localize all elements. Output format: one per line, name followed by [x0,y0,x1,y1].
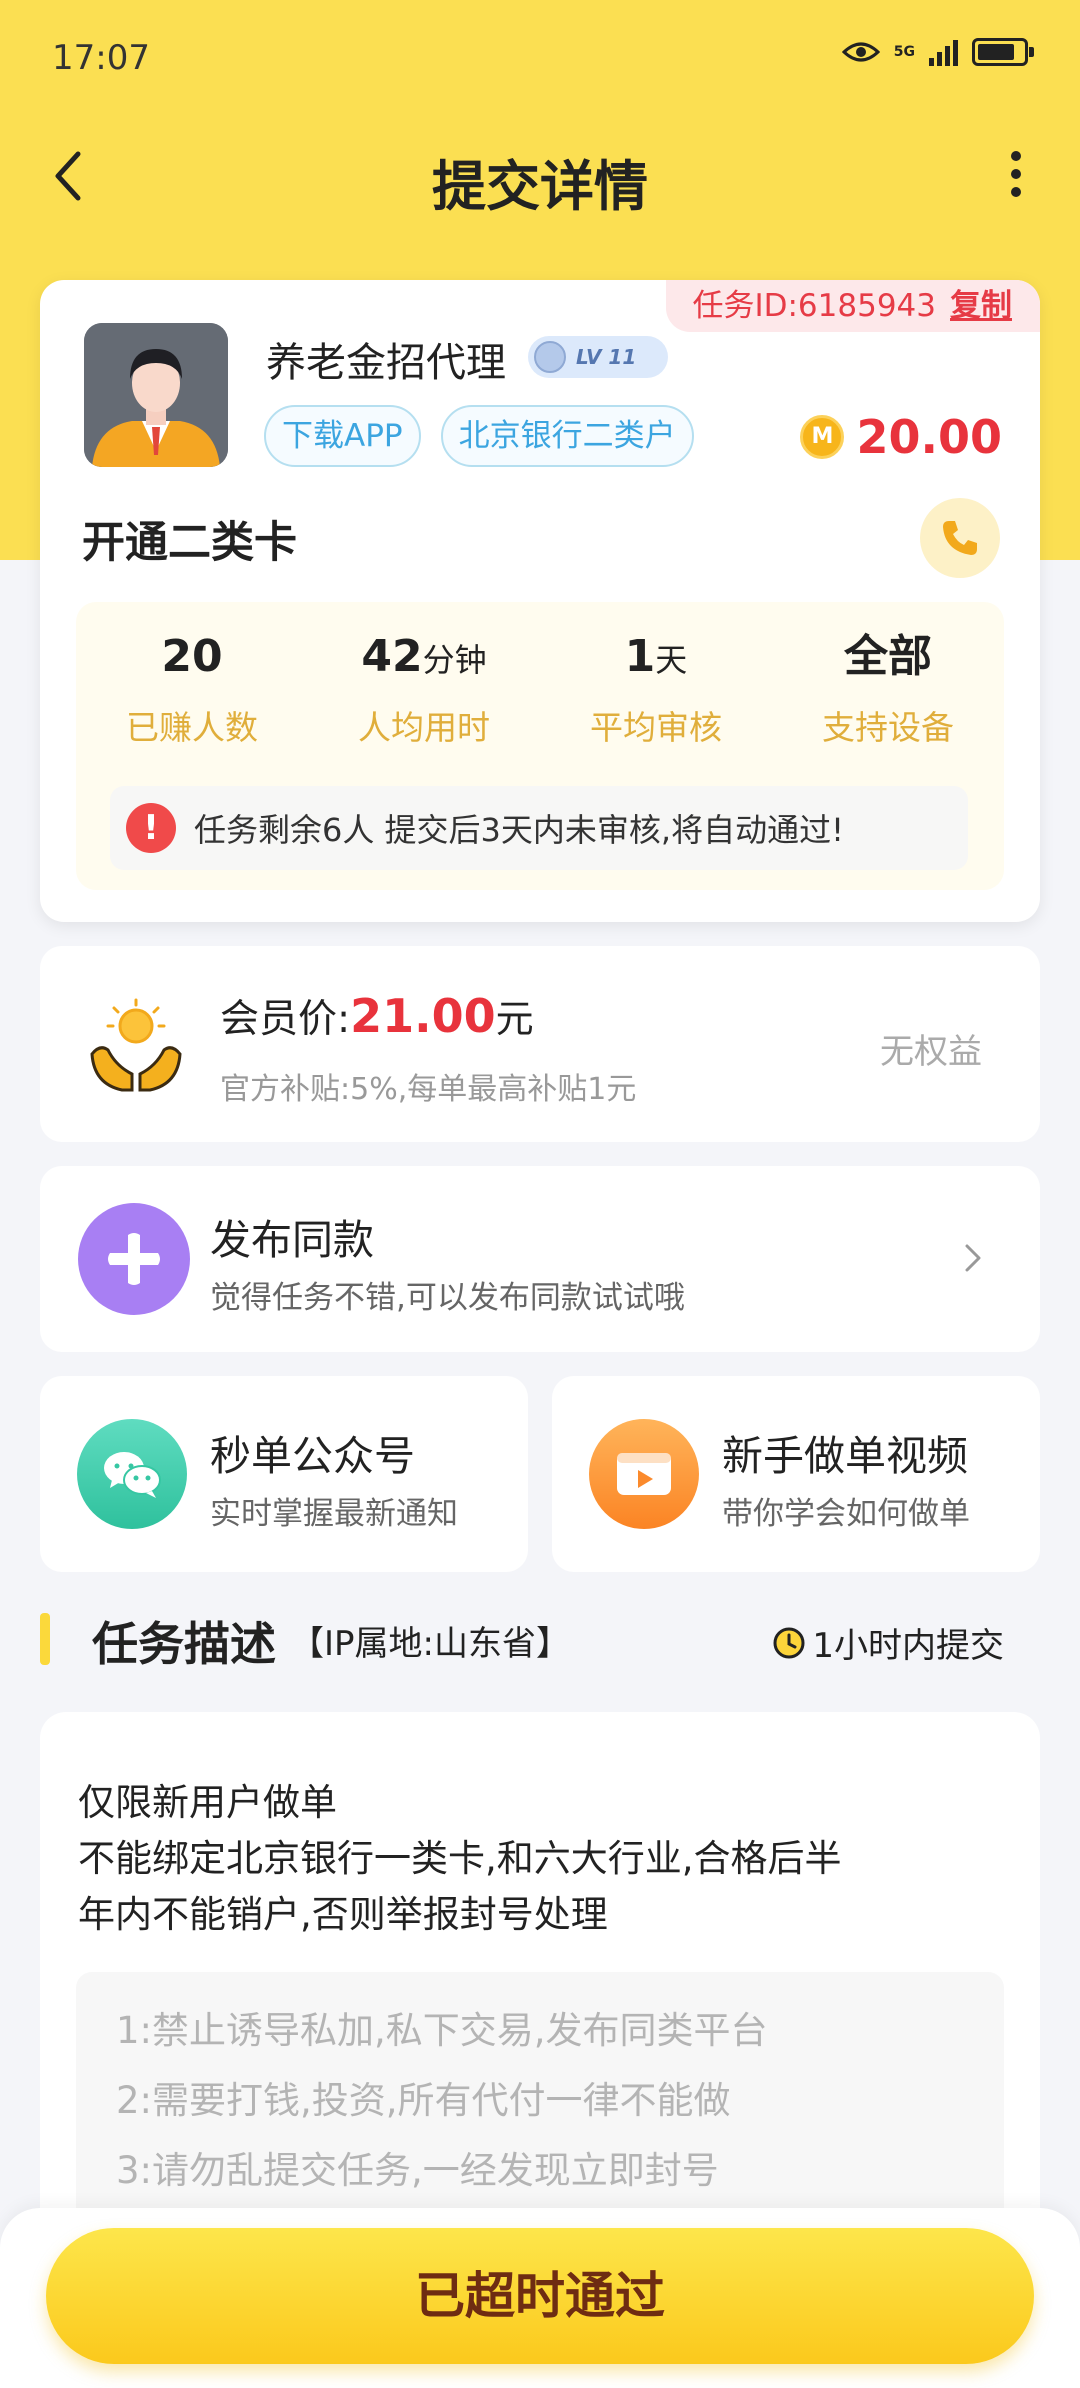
stat-avg-time: 42分钟 人均用时 [358,631,490,747]
task-id: 任务ID:6185943 [692,288,936,324]
hands-coin-icon [90,998,182,1092]
member-price: 21.00 [350,989,496,1043]
level-text: LV 11 [576,345,637,369]
tutorial-video-card[interactable]: 新手做单视频 带你学会如何做单 [552,1376,1040,1572]
status-icons: 5G [841,38,1034,66]
rule-item: 2:需要打钱,投资,所有代付一律不能做 [116,2079,731,2122]
chevron-right-icon [965,1244,981,1272]
status-bar: 17:07 5G [0,0,1080,120]
task-title: 开通二类卡 [82,518,297,568]
task-tags: 下载APP 北京银行二类户 [264,405,694,467]
time-limit-text: 1小时内提交 [812,1626,1004,1666]
section-accent-bar [40,1613,50,1665]
video-icon [589,1419,699,1529]
rule-item: 3:请勿乱提交任务,一经发现立即封号 [116,2149,719,2192]
description-line: 仅限新用户做单 [78,1781,337,1824]
ip-location: 【IP属地:山东省】 [290,1624,570,1664]
wechat-icon [77,1419,187,1529]
reward: M 20.00 [800,410,1002,464]
publish-title: 发布同款 [210,1216,374,1264]
header: 提交详情 [0,120,1080,230]
status-time: 17:07 [52,38,150,78]
member-price-label: 会员价: [220,997,351,1042]
tag-bank-account: 北京银行二类户 [440,405,694,467]
clock-icon [773,1627,805,1658]
network-type: 5G [893,43,915,60]
section-title: 任务描述 [92,1617,276,1671]
stat-review-time: 1天 平均审核 [590,631,722,747]
description-line: 年内不能销户,否则举报封号处理 [78,1893,608,1936]
reward-amount: 20.00 [856,410,1002,464]
copy-button[interactable]: 复制 [950,280,1012,332]
page-title: 提交详情 [432,155,648,218]
publisher-avatar[interactable] [84,323,228,467]
level-badge: LV 11 [528,336,668,378]
alert-icon: ! [126,803,176,853]
video-card-title: 新手做单视频 [722,1432,968,1480]
more-vertical-icon [1011,151,1021,197]
wechat-card-title: 秒单公众号 [210,1432,415,1480]
publisher-name: 养老金招代理 [266,340,506,386]
publish-subtitle: 觉得任务不错,可以发布同款试试哦 [210,1280,685,1316]
wechat-card-subtitle: 实时掌握最新通知 [210,1496,458,1532]
notice-banner: ! 任务剩余6人 提交后3天内未审核,将自动通过! [110,786,968,870]
status-action-button[interactable]: 已超时通过 [46,2228,1034,2364]
phone-icon [943,521,977,555]
phone-button[interactable] [920,498,1000,578]
battery-icon [972,38,1034,66]
member-price-unit: 元 [495,997,534,1041]
task-id-badge: 任务ID:6185943 复制 [666,280,1040,332]
signal-icon [929,38,958,66]
wechat-official-account-card[interactable]: 秒单公众号 实时掌握最新通知 [40,1376,528,1572]
bottom-action-bar: 已超时通过 [0,2208,1080,2388]
task-card: 任务ID:6185943 复制 养老金招代理 LV 11 下载APP 北京银行二… [40,280,1040,922]
tag-download-app: 下载APP [264,405,421,467]
time-limit: 1小时内提交 [772,1618,1004,1667]
medal-icon [534,341,566,373]
stat-devices: 全部 支持设备 [822,631,954,747]
eye-icon [841,42,880,62]
plus-icon [78,1203,190,1315]
member-subsidy: 官方补贴:5%,每单最高补贴1元 [220,1072,637,1107]
rule-item: 1:禁止诱导私加,私下交易,发布同类平台 [116,2009,768,2052]
description-line: 不能绑定北京银行一类卡,和六大行业,合格后半 [78,1837,842,1880]
coin-icon: M [800,415,845,459]
video-card-subtitle: 带你学会如何做单 [722,1496,970,1532]
stat-earned: 20 已赚人数 [126,631,258,747]
more-button[interactable] [996,144,1036,204]
publish-same-card[interactable]: 发布同款 觉得任务不错,可以发布同款试试哦 [40,1166,1040,1352]
stats-panel: 20 已赚人数 42分钟 人均用时 1天 平均审核 全部 支持设备 ! 任务剩余… [76,602,1004,890]
avatar-person-icon [84,323,228,467]
member-price-row: 会员价:21.00元 [220,988,534,1044]
member-price-card: 会员价:21.00元 官方补贴:5%,每单最高补贴1元 无权益 [40,946,1040,1142]
notice-text: 任务剩余6人 提交后3天内未审核,将自动通过! [194,811,844,849]
member-status: 无权益 [880,1032,982,1072]
